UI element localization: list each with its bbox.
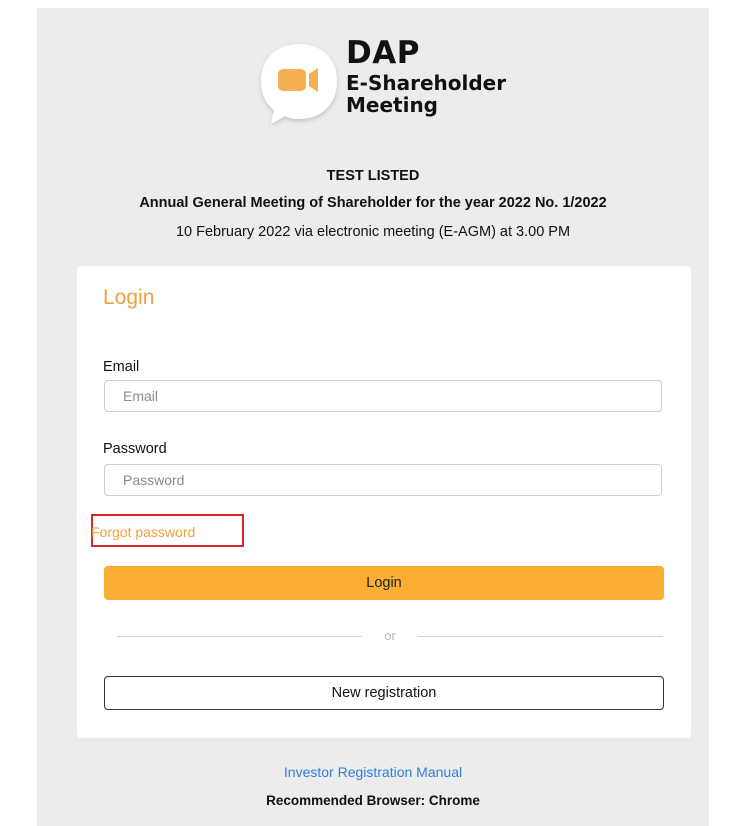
logo-line-dap: DAP bbox=[346, 35, 420, 71]
logo-line-meeting: Meeting bbox=[346, 93, 439, 117]
company-name: TEST LISTED bbox=[326, 168, 420, 184]
email-label: Email bbox=[103, 359, 140, 375]
logo-line-eshareholder: E-Shareholder bbox=[346, 71, 507, 95]
forgot-password-link[interactable]: Forgot password bbox=[91, 524, 195, 540]
login-card: Login Email Password Forgot password Log… bbox=[77, 266, 691, 738]
password-label: Password bbox=[103, 441, 167, 457]
meeting-date: 10 February 2022 via electronic meeting … bbox=[175, 224, 571, 240]
logo-wordmark: DAP E-Shareholder Meeting bbox=[346, 35, 507, 117]
login-button[interactable]: Login bbox=[104, 566, 664, 600]
video-chat-bubble-icon bbox=[261, 44, 337, 124]
or-divider: or bbox=[117, 628, 663, 644]
recommended-browser-note: Recommended Browser: Chrome bbox=[266, 793, 480, 808]
password-input[interactable] bbox=[104, 464, 662, 496]
email-input[interactable] bbox=[104, 380, 662, 412]
new-registration-button[interactable]: New registration bbox=[104, 676, 664, 710]
divider-line-right bbox=[418, 636, 663, 637]
dap-logo: DAP E-Shareholder Meeting bbox=[254, 34, 514, 134]
login-heading: Login bbox=[103, 286, 155, 309]
investor-registration-manual-link[interactable]: Investor Registration Manual bbox=[37, 764, 709, 780]
page-container: DAP E-Shareholder Meeting TEST LISTED An… bbox=[37, 8, 709, 826]
meeting-title: Annual General Meeting of Shareholder fo… bbox=[139, 195, 607, 211]
